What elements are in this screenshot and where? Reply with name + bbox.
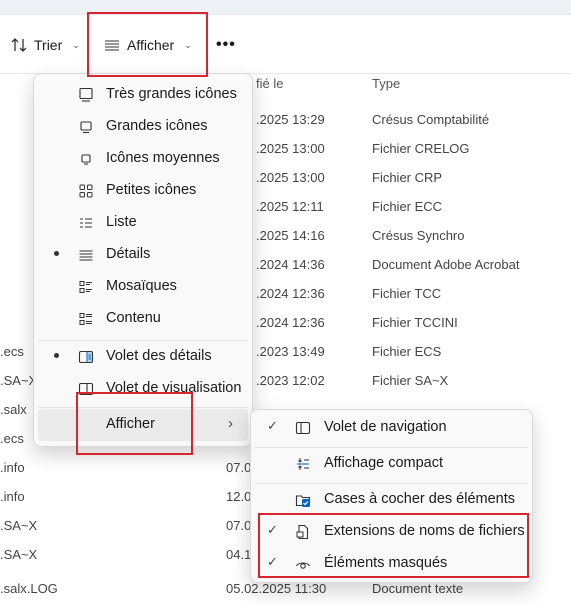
file-type: Fichier ECS <box>372 344 442 359</box>
file-date: .2024 12:36 <box>256 315 325 330</box>
file-date: .2025 13:00 <box>256 170 325 185</box>
file-type: Fichier CRELOG <box>372 141 470 156</box>
title-strip <box>0 0 571 15</box>
file-name: .ecs <box>0 431 24 446</box>
menu-item-label: Grandes icônes <box>106 118 208 134</box>
submenu-item-compact-view[interactable]: Affichage compact <box>255 448 528 480</box>
file-type: Document texte <box>372 581 464 596</box>
list-icon <box>80 218 92 228</box>
file-date: .2023 12:02 <box>256 373 325 388</box>
details-icon <box>79 250 93 261</box>
file-date: .2023 13:49 <box>256 344 325 359</box>
file-type: Fichier TCC <box>372 286 442 301</box>
selected-bullet-icon <box>54 353 59 358</box>
sort-label: Trier <box>34 37 63 53</box>
menu-item-details[interactable]: Détails <box>38 239 248 271</box>
menu-item-extra-large-icons[interactable]: Très grandes icônes <box>38 79 248 111</box>
file-type: Crésus Comptabilité <box>372 112 490 127</box>
submenu-item-label: Affichage compact <box>324 455 444 471</box>
small-icons-grid-icon <box>79 184 93 198</box>
sort-arrows-icon <box>11 38 27 52</box>
file-type: Fichier TCCINI <box>372 315 458 330</box>
file-name: .info <box>0 489 25 504</box>
file-type: Fichier SA~X <box>372 373 449 388</box>
monitor-large-icon <box>79 87 93 102</box>
file-date: .2025 14:16 <box>256 228 325 243</box>
menu-item-medium-icons[interactable]: Icônes moyennes <box>38 143 248 175</box>
view-dropdown-menu: Très grandes icônes Grandes icônes Icône… <box>33 73 253 447</box>
compact-view-icon <box>297 458 309 470</box>
file-type: Fichier CRP <box>372 170 443 185</box>
file-date: 05.02.2025 11:30 <box>226 581 327 596</box>
menu-item-label: Mosaïques <box>106 278 177 294</box>
file-type: Fichier ECC <box>372 199 443 214</box>
menu-item-label: Icônes moyennes <box>106 150 220 166</box>
submenu-item-label: Volet de navigation <box>324 419 447 435</box>
menu-item-list[interactable]: Liste <box>38 207 248 239</box>
file-date: .2024 14:36 <box>256 257 325 272</box>
file-date: .2025 12:11 <box>256 199 324 214</box>
menu-item-content[interactable]: Contenu <box>38 303 248 335</box>
menu-item-tiles[interactable]: Mosaïques <box>38 271 248 303</box>
submenu-item-navigation-pane[interactable]: ✓ Volet de navigation <box>255 412 528 444</box>
navigation-pane-icon <box>295 421 311 435</box>
file-date: 07.0 <box>226 460 252 475</box>
more-options-button[interactable]: ••• <box>216 30 236 60</box>
menu-item-label: Petites icônes <box>106 182 197 198</box>
menu-item-details-pane[interactable]: Volet des détails <box>38 341 248 373</box>
column-header-type[interactable]: Type <box>372 76 400 91</box>
file-name: .info <box>0 460 25 475</box>
sort-button[interactable]: Trier ⌄ <box>10 30 80 60</box>
column-header-date[interactable]: fié le <box>256 76 283 91</box>
file-name: .ecs <box>0 344 24 359</box>
file-date: .2024 12:36 <box>256 286 325 301</box>
file-type: Crésus Synchro <box>372 228 465 243</box>
menu-item-label: Détails <box>106 246 151 262</box>
check-icon: ✓ <box>267 418 278 433</box>
file-type: Document Adobe Acrobat <box>372 257 520 272</box>
content-icon <box>79 313 92 325</box>
highlight-box-show-menu <box>76 392 193 455</box>
file-name: .salx.LOG <box>0 581 58 596</box>
submenu-item-label: Cases à cocher des éléments <box>324 491 516 507</box>
monitor-medium-icon <box>81 154 91 165</box>
highlight-box-view-button <box>87 12 208 77</box>
chevron-right-icon: › <box>228 415 233 432</box>
selected-bullet-icon <box>54 251 59 256</box>
details-pane-icon <box>78 350 94 364</box>
file-name: .SA~X <box>0 373 38 388</box>
submenu-item-item-checkboxes[interactable]: Cases à cocher des éléments <box>255 484 528 516</box>
file-name: .SA~X <box>0 518 38 533</box>
highlight-box-extensions-hidden <box>258 513 529 578</box>
file-date: 07.0 <box>226 518 252 533</box>
command-bar: Trier ⌄ Afficher ⌄ ••• <box>0 15 571 74</box>
file-date: .2025 13:00 <box>256 141 325 156</box>
menu-item-label: Contenu <box>106 310 161 326</box>
menu-item-small-icons[interactable]: Petites icônes <box>38 175 248 207</box>
menu-item-large-icons[interactable]: Grandes icônes <box>38 111 248 143</box>
file-name: .salx <box>0 402 27 417</box>
file-date: .2025 13:29 <box>256 112 325 127</box>
chevron-down-icon: ⌄ <box>72 39 80 50</box>
monitor-icon <box>80 121 92 134</box>
menu-item-label: Très grandes icônes <box>106 86 237 102</box>
item-checkbox-icon <box>295 495 311 507</box>
file-name: .SA~X <box>0 547 38 562</box>
menu-item-label: Liste <box>106 214 137 230</box>
menu-item-label: Volet des détails <box>106 348 212 364</box>
tiles-icon <box>79 281 92 293</box>
